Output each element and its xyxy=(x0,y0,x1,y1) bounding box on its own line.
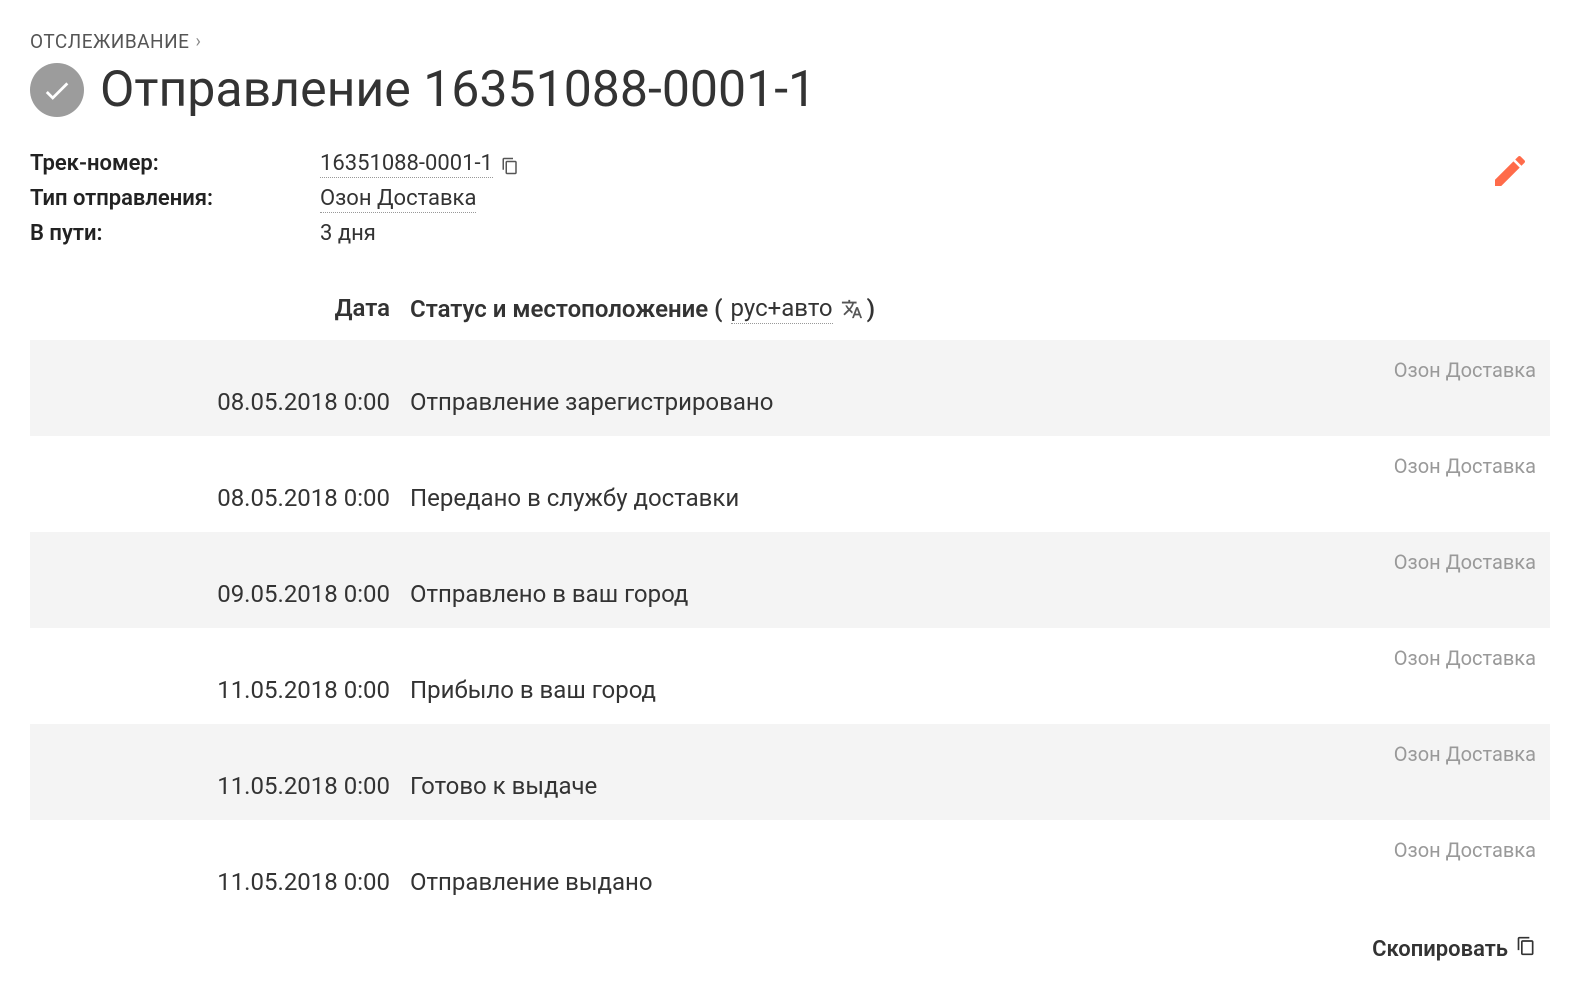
track-number-label: Трек-номер: xyxy=(30,151,320,178)
track-number-value: 16351088-0001-1 xyxy=(320,151,519,178)
page-title: Отправление 16351088-0001-1 xyxy=(100,61,816,119)
date-column-header: Дата xyxy=(30,294,410,324)
shipment-details: Трек-номер: 16351088-0001-1 Тип отправле… xyxy=(30,151,519,246)
language-toggle[interactable]: рус+авто xyxy=(731,294,833,324)
transit-time-label: В пути: xyxy=(30,221,320,246)
event-status: Отправление зарегистрировано xyxy=(410,388,1550,416)
event-date: 11.05.2018 0:00 xyxy=(30,772,410,800)
event-carrier: Озон Доставка xyxy=(410,646,1550,670)
event-date: 08.05.2018 0:00 xyxy=(30,484,410,512)
tracking-row: 08.05.2018 0:00 Озон Доставка Передано в… xyxy=(30,436,1550,532)
transit-time-value: 3 дня xyxy=(320,221,519,246)
edit-button[interactable] xyxy=(1490,151,1530,195)
shipment-type-value: Озон Доставка xyxy=(320,186,519,213)
chevron-right-icon: › xyxy=(195,31,201,52)
tracking-row: 11.05.2018 0:00 Озон Доставка Готово к в… xyxy=(30,724,1550,820)
transit-time-text: 3 дня xyxy=(320,221,376,246)
event-date: 11.05.2018 0:00 xyxy=(30,868,410,896)
status-column-header: Статус и местоположение ( рус+авто ) xyxy=(410,294,1550,324)
shipment-type-label: Тип отправления: xyxy=(30,186,320,213)
tracking-row: 11.05.2018 0:00 Озон Доставка Отправлени… xyxy=(30,820,1550,916)
translate-icon[interactable] xyxy=(841,298,863,320)
breadcrumb-tracking-link[interactable]: ОТСЛЕЖИВАНИЕ xyxy=(30,30,189,53)
copy-all-label: Скопировать xyxy=(1372,937,1508,962)
copy-icon[interactable] xyxy=(501,156,519,174)
event-carrier: Озон Доставка xyxy=(410,454,1550,478)
check-circle-icon xyxy=(30,63,84,117)
copy-icon xyxy=(1516,936,1536,962)
event-status: Отправление выдано xyxy=(410,868,1550,896)
event-carrier: Озон Доставка xyxy=(410,838,1550,862)
event-status: Прибыло в ваш город xyxy=(410,676,1550,704)
page-title-row: Отправление 16351088-0001-1 xyxy=(30,61,1550,119)
track-number-text[interactable]: 16351088-0001-1 xyxy=(320,151,493,178)
breadcrumb: ОТСЛЕЖИВАНИЕ › xyxy=(30,30,1550,53)
event-date: 11.05.2018 0:00 xyxy=(30,676,410,704)
tracking-table-header: Дата Статус и местоположение ( рус+авто … xyxy=(30,294,1550,340)
tracking-row: 08.05.2018 0:00 Озон Доставка Отправлени… xyxy=(30,340,1550,436)
event-carrier: Озон Доставка xyxy=(410,358,1550,382)
event-status: Передано в службу доставки xyxy=(410,484,1550,512)
event-date: 09.05.2018 0:00 xyxy=(30,580,410,608)
event-status: Отправлено в ваш город xyxy=(410,580,1550,608)
copy-all-button[interactable]: Скопировать xyxy=(30,916,1550,962)
event-status: Готово к выдаче xyxy=(410,772,1550,800)
tracking-row: 09.05.2018 0:00 Озон Доставка Отправлено… xyxy=(30,532,1550,628)
event-date: 08.05.2018 0:00 xyxy=(30,388,410,416)
tracking-row: 11.05.2018 0:00 Озон Доставка Прибыло в … xyxy=(30,628,1550,724)
event-carrier: Озон Доставка xyxy=(410,550,1550,574)
shipment-type-text[interactable]: Озон Доставка xyxy=(320,186,476,213)
event-carrier: Озон Доставка xyxy=(410,742,1550,766)
